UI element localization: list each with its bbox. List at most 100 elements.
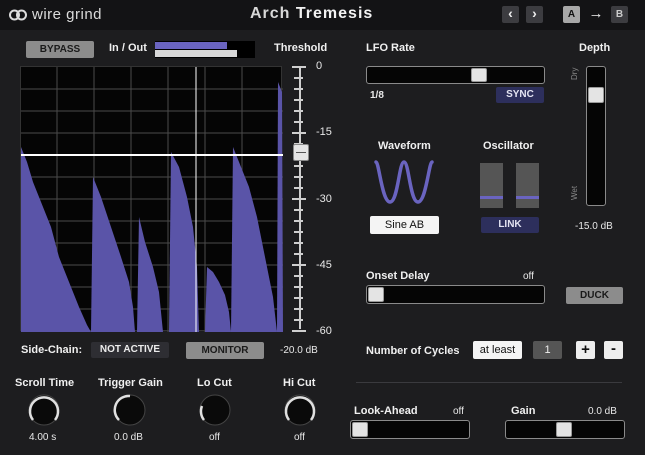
output-level-bar xyxy=(155,50,237,57)
cycles-mode-select[interactable]: at least xyxy=(473,341,522,359)
oscillator-label: Oscillator xyxy=(483,140,534,152)
scroll-time-knob[interactable] xyxy=(26,392,62,428)
oscillator-a-level xyxy=(480,196,503,199)
waveform-select[interactable]: Sine AB xyxy=(370,216,439,234)
input-level-bar xyxy=(155,42,227,49)
waveform-display xyxy=(20,66,283,332)
threshold-scale-15: -15 xyxy=(316,126,332,138)
duck-button[interactable]: DUCK xyxy=(566,287,623,304)
ab-a-button[interactable]: A xyxy=(563,6,580,23)
brand-name: wire grind xyxy=(32,6,103,23)
depth-handle[interactable] xyxy=(588,87,604,103)
ab-copy-arrow-icon[interactable]: → xyxy=(586,6,606,23)
threshold-scale-30: -30 xyxy=(316,193,332,205)
threshold-tick xyxy=(294,121,303,123)
sync-button[interactable]: SYNC xyxy=(496,87,544,103)
onset-delay-value: off xyxy=(523,271,534,282)
depth-dry-label: Dry xyxy=(570,67,579,80)
threshold-tick xyxy=(294,297,303,299)
brand-logo-icon xyxy=(9,7,27,23)
lo-cut-value: off xyxy=(209,432,220,443)
threshold-tick xyxy=(294,187,303,189)
threshold-tick xyxy=(294,308,303,310)
depth-label: Depth xyxy=(579,42,611,54)
lo-cut-knob[interactable] xyxy=(197,392,233,428)
ab-b-button[interactable]: B xyxy=(611,6,628,23)
threshold-tick xyxy=(294,88,303,90)
threshold-tick xyxy=(294,242,303,244)
lo-cut-label: Lo Cut xyxy=(197,377,232,389)
oscillator-b-meter xyxy=(516,163,539,208)
cycles-label: Number of Cycles xyxy=(366,345,460,357)
gain-value: 0.0 dB xyxy=(588,406,617,417)
oscillator-b-level xyxy=(516,196,539,199)
hi-cut-knob[interactable] xyxy=(282,392,318,428)
threshold-tick xyxy=(294,253,303,255)
look-ahead-slider[interactable] xyxy=(350,420,470,439)
lfo-rate-slider[interactable] xyxy=(366,66,545,84)
gain-slider[interactable] xyxy=(505,420,625,439)
trigger-gain-label: Trigger Gain xyxy=(98,377,163,389)
monitor-button[interactable]: MONITOR xyxy=(186,342,264,359)
lfo-rate-handle[interactable] xyxy=(471,68,487,82)
threshold-tick xyxy=(294,77,303,79)
look-ahead-handle[interactable] xyxy=(352,422,368,437)
sine-wave-icon xyxy=(373,157,435,207)
plugin-title-light: Arch xyxy=(250,5,296,22)
waveform-label: Waveform xyxy=(378,140,431,152)
threshold-tick xyxy=(292,132,306,134)
threshold-tick xyxy=(294,99,303,101)
oscillator-a-meter xyxy=(480,163,503,208)
plugin-title-bold: Tremesis xyxy=(295,5,374,22)
threshold-scale-45: -45 xyxy=(316,259,332,271)
link-button[interactable]: LINK xyxy=(481,217,539,233)
threshold-tick xyxy=(294,176,303,178)
threshold-tick xyxy=(292,66,306,68)
cycles-minus-button[interactable]: - xyxy=(604,341,623,359)
threshold-scale-0: 0 xyxy=(316,60,323,72)
onset-delay-slider[interactable] xyxy=(366,285,545,304)
depth-wet-label: Wet xyxy=(570,185,579,200)
gain-handle[interactable] xyxy=(556,422,572,437)
cycles-plus-button[interactable]: + xyxy=(576,341,595,359)
threshold-label: Threshold xyxy=(274,42,328,54)
threshold-handle[interactable] xyxy=(293,144,309,161)
sidechain-label: Side-Chain: xyxy=(21,344,83,356)
look-ahead-label: Look-Ahead xyxy=(354,405,418,417)
lfo-rate-value: 1/8 xyxy=(370,90,384,101)
scroll-time-label: Scroll Time xyxy=(15,377,75,389)
threshold-tick xyxy=(294,286,303,288)
threshold-value: -20.0 dB xyxy=(280,345,318,356)
hi-cut-value: off xyxy=(294,432,305,443)
cycles-count[interactable]: 1 xyxy=(533,341,562,359)
onset-delay-handle[interactable] xyxy=(368,287,384,302)
threshold-tick xyxy=(292,264,306,266)
bypass-button[interactable]: BYPASS xyxy=(26,41,94,58)
threshold-tick xyxy=(294,220,303,222)
threshold-tick xyxy=(294,209,303,211)
depth-value: -15.0 dB xyxy=(575,221,613,232)
threshold-tick xyxy=(294,165,303,167)
threshold-scale-60: -60 xyxy=(316,325,332,337)
threshold-tick xyxy=(294,319,303,321)
threshold-tick xyxy=(294,110,303,112)
look-ahead-value: off xyxy=(453,406,464,417)
depth-slider[interactable] xyxy=(586,66,606,206)
scroll-time-value: 4.00 s xyxy=(29,432,57,443)
trigger-gain-knob[interactable] xyxy=(112,392,148,428)
preset-next-button[interactable]: › xyxy=(526,6,543,23)
onset-delay-label: Onset Delay xyxy=(366,270,430,282)
plugin-title: Arch Tremesis xyxy=(250,5,373,23)
preset-prev-button[interactable]: ‹ xyxy=(502,6,519,23)
in-out-meter xyxy=(155,41,255,58)
threshold-tick xyxy=(292,198,306,200)
gain-label: Gain xyxy=(511,405,536,417)
hi-cut-label: Hi Cut xyxy=(283,377,316,389)
threshold-tick xyxy=(294,275,303,277)
threshold-tick xyxy=(292,330,306,332)
lfo-rate-label: LFO Rate xyxy=(366,42,415,54)
trigger-gain-value: 0.0 dB xyxy=(114,432,143,443)
in-out-label: In / Out xyxy=(109,42,147,54)
section-divider xyxy=(356,382,622,383)
sidechain-state-button[interactable]: NOT ACTIVE xyxy=(91,342,169,358)
